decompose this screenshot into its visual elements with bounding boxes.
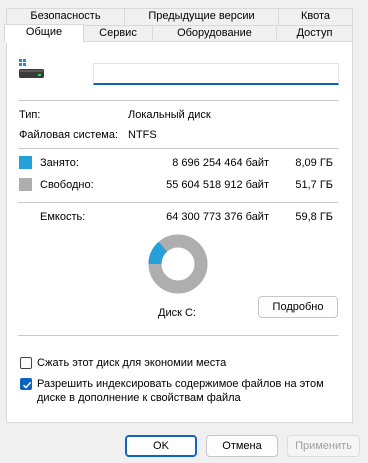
filesystem-label: Файловая система: [19,129,119,141]
separator [18,100,338,101]
disk-usage-donut [148,234,208,294]
compress-checkbox[interactable] [20,357,32,369]
tab-general[interactable]: Общие [4,24,84,43]
cancel-button[interactable]: Отмена [206,435,278,457]
checkmark-icon [22,381,32,389]
separator [18,148,338,149]
separator [18,335,338,336]
used-swatch [19,156,32,169]
capacity-size: 59,8 ГБ [295,211,333,223]
index-label-line2[interactable]: диске в дополнение к свойствам файла [37,391,241,405]
type-label: Тип: [19,109,41,121]
type-value: Локальный диск [128,109,211,121]
drive-name-input[interactable] [93,63,339,85]
separator [18,202,338,203]
apply-button[interactable]: Применить [287,435,360,457]
filesystem-value: NTFS [128,129,157,141]
details-button[interactable]: Подробно [258,296,338,318]
free-size: 51,7 ГБ [295,179,333,191]
drive-icon [18,58,46,82]
tab-tools[interactable]: Сервис [83,25,153,42]
used-size: 8,09 ГБ [295,157,333,169]
used-bytes: 8 696 254 464 байт [172,157,269,169]
compress-label[interactable]: Сжать этот диск для экономии места [37,356,226,370]
disk-label: Диск С: [158,307,196,319]
tab-sharing[interactable]: Доступ [276,25,353,42]
free-bytes: 55 604 518 912 байт [166,179,269,191]
tab-quota[interactable]: Квота [278,8,353,26]
used-label: Занято: [40,157,79,169]
tab-previous-versions[interactable]: Предыдущие версии [124,8,279,26]
free-label: Свободно: [40,179,94,191]
index-checkbox[interactable] [20,378,32,390]
ok-button[interactable]: OK [125,435,197,457]
free-swatch [19,178,32,191]
capacity-label: Емкость: [40,211,86,223]
tab-hardware[interactable]: Оборудование [152,25,277,42]
index-label-line1[interactable]: Разрешить индексировать содержимое файло… [37,377,324,391]
capacity-bytes: 64 300 773 376 байт [166,211,269,223]
